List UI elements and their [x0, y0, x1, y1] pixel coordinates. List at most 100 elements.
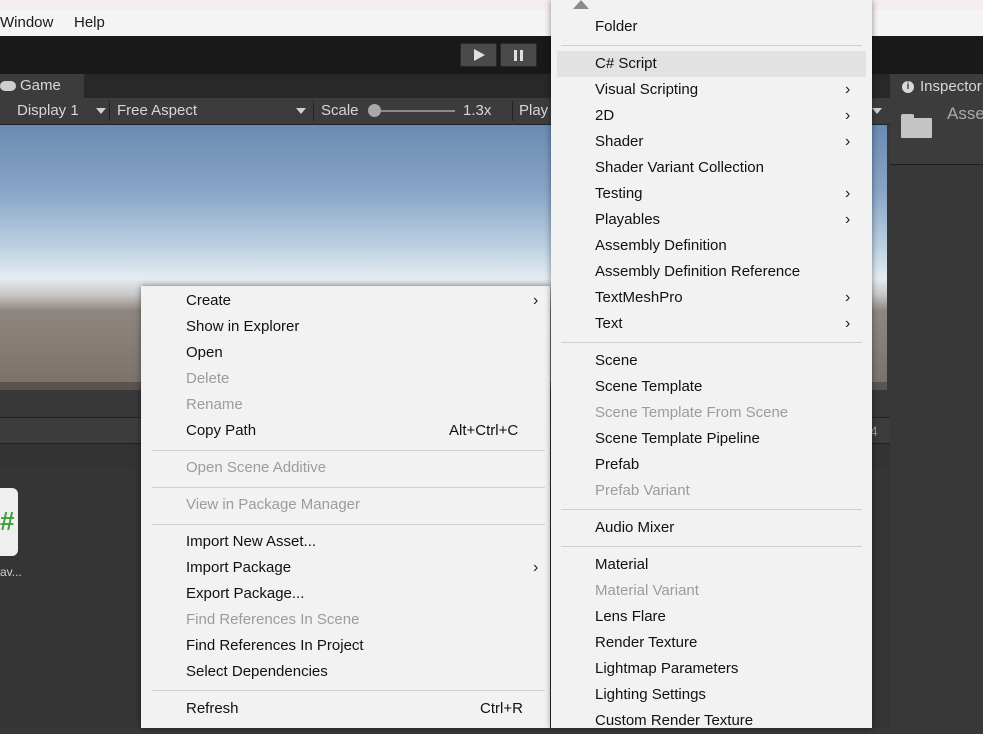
menu-item-label: Open Scene Additive [186, 459, 327, 476]
menu-item-label: Export Package... [186, 585, 305, 602]
menu-item-label: Scene Template Pipeline [595, 430, 760, 447]
menu-divider [152, 487, 545, 488]
create-item-assembly-definition[interactable]: Assembly Definition [557, 233, 866, 259]
scale-slider-track[interactable] [370, 110, 455, 112]
create-item-audio-mixer[interactable]: Audio Mixer [557, 515, 866, 541]
aspect-dropdown[interactable]: Free Aspect [117, 98, 197, 124]
create-item-visual-scripting[interactable]: Visual Scripting › [557, 77, 866, 103]
inspector-title: Asse [947, 104, 983, 123]
menu-item-label: TextMeshPro [595, 289, 683, 306]
create-item-prefab[interactable]: Prefab [557, 452, 866, 478]
menu-item-label: Text [595, 315, 623, 332]
create-item-testing[interactable]: Testing › [557, 181, 866, 207]
create-item-assembly-definition-reference[interactable]: Assembly Definition Reference [557, 259, 866, 285]
menu-item-delete: Delete [148, 366, 550, 392]
create-item-lightmap-parameters[interactable]: Lightmap Parameters [557, 656, 866, 682]
tab-inspector-label: Inspector [920, 78, 982, 95]
menu-item-open-scene-additive: Open Scene Additive [148, 455, 550, 481]
scroll-up-icon[interactable] [573, 0, 589, 9]
menu-item-label: Playables [595, 211, 661, 228]
menu-item-label: Create [186, 292, 232, 309]
pause-button[interactable] [500, 43, 537, 67]
chevron-right-icon: › [845, 133, 851, 150]
csharp-file-icon: # [0, 506, 15, 536]
inspector-panel: i Inspector Asse [890, 74, 983, 728]
menu-item-label: Find References In Scene [186, 611, 360, 628]
menu-item-find-references-in-scene: Find References In Scene [148, 607, 550, 633]
shortcut-label: Alt+Ctrl+C [449, 422, 519, 439]
create-item-shader-variant-collection[interactable]: Shader Variant Collection [557, 155, 866, 181]
create-item-shader[interactable]: Shader › [557, 129, 866, 155]
create-item-scene-template-pipeline[interactable]: Scene Template Pipeline [557, 426, 866, 452]
menu-item-label: Render Texture [595, 634, 698, 651]
create-item-textmeshpro[interactable]: TextMeshPro › [557, 285, 866, 311]
menu-item-select-dependencies[interactable]: Select Dependencies [148, 659, 550, 685]
menu-divider [561, 45, 862, 46]
play-icon [474, 49, 485, 61]
create-item-2d[interactable]: 2D › [557, 103, 866, 129]
menu-item-import-new-asset[interactable]: Import New Asset... [148, 529, 550, 555]
menu-item-view-in-package-manager: View in Package Manager [148, 492, 550, 518]
menu-item-label: Show in Explorer [186, 318, 300, 335]
display-dropdown-arrow-icon[interactable] [96, 108, 106, 114]
create-item-material[interactable]: Material [557, 552, 866, 578]
scale-slider-knob[interactable] [368, 104, 381, 117]
menu-item-copy-path[interactable]: Copy Path Alt+Ctrl+C [148, 418, 550, 444]
tab-game[interactable]: Game [0, 74, 84, 98]
pause-icon [514, 50, 524, 61]
menu-item-label: Delete [186, 370, 230, 387]
menu-item-label: Assembly Definition Reference [595, 263, 801, 280]
play-mode-dropdown[interactable]: Play [519, 98, 548, 124]
create-item-custom-render-texture[interactable]: Custom Render Texture [557, 708, 866, 734]
chevron-down-icon[interactable] [872, 108, 882, 114]
menu-item-refresh[interactable]: Refresh Ctrl+R [148, 696, 550, 722]
chevron-right-icon: › [845, 211, 851, 228]
create-item-playables[interactable]: Playables › [557, 207, 866, 233]
create-item-lighting-settings[interactable]: Lighting Settings [557, 682, 866, 708]
create-item-scene[interactable]: Scene [557, 348, 866, 374]
inspector-body [890, 165, 983, 728]
aspect-dropdown-arrow-icon[interactable] [296, 108, 306, 114]
create-item-text[interactable]: Text › [557, 311, 866, 337]
menu-item-label: C# Script [595, 55, 657, 72]
menu-item-label: Material [595, 556, 649, 573]
create-item-lens-flare[interactable]: Lens Flare [557, 604, 866, 630]
asset-name: av... [0, 565, 22, 579]
menu-item-label: Lightmap Parameters [595, 660, 739, 677]
chevron-right-icon: › [533, 559, 539, 576]
create-item-scene-template[interactable]: Scene Template [557, 374, 866, 400]
menu-item-label: Import Package [186, 559, 292, 576]
menu-window[interactable]: Window [0, 14, 53, 31]
menu-item-label: Assembly Definition [595, 237, 727, 254]
menu-item-label: Lens Flare [595, 608, 666, 625]
create-item-material-variant: Material Variant [557, 578, 866, 604]
menu-divider [561, 546, 862, 547]
menu-item-label: 2D [595, 107, 615, 124]
menu-item-label: Prefab Variant [595, 482, 690, 499]
create-item-prefab-variant: Prefab Variant [557, 478, 866, 504]
create-item-folder[interactable]: Folder [557, 14, 866, 40]
menu-item-export-package[interactable]: Export Package... [148, 581, 550, 607]
menu-item-label: Lighting Settings [595, 686, 706, 703]
menu-item-label: Shader [595, 133, 644, 150]
chevron-right-icon: › [845, 289, 851, 306]
context-menu: Create › Show in Explorer Open Delete Re… [141, 286, 550, 728]
menu-item-find-references-in-project[interactable]: Find References In Project [148, 633, 550, 659]
menu-item-create[interactable]: Create › [148, 288, 550, 314]
chevron-right-icon: › [533, 292, 539, 309]
menu-item-open[interactable]: Open [148, 340, 550, 366]
create-item-csharp-script[interactable]: C# Script [557, 51, 866, 77]
menu-item-label: Scene [595, 352, 638, 369]
create-item-render-texture[interactable]: Render Texture [557, 630, 866, 656]
menu-item-show-in-explorer[interactable]: Show in Explorer [148, 314, 550, 340]
menu-item-label: Select Dependencies [186, 663, 328, 680]
divider [313, 101, 314, 121]
menu-item-import-package[interactable]: Import Package › [148, 555, 550, 581]
tab-inspector[interactable]: i Inspector [890, 74, 983, 100]
display-dropdown[interactable]: Display 1 [17, 98, 79, 124]
csharp-script-asset[interactable]: # [0, 488, 18, 556]
play-button[interactable] [460, 43, 497, 67]
chevron-right-icon: › [845, 315, 851, 332]
menu-help[interactable]: Help [74, 14, 105, 31]
menu-item-label: Folder [595, 18, 638, 35]
